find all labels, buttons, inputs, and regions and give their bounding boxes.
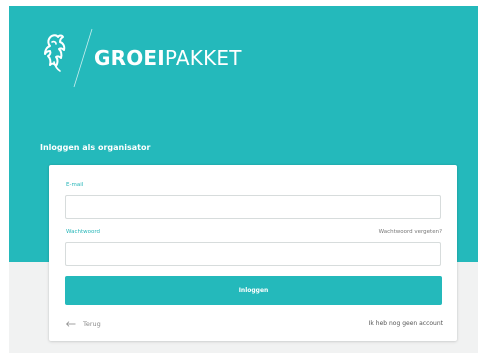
back-link[interactable]: Terug <box>66 319 101 329</box>
logo-text-bold: GROEI <box>94 46 165 70</box>
email-label: E-mail <box>66 182 84 188</box>
no-account-link[interactable]: Ik heb nog geen account <box>369 320 443 328</box>
logo-divider <box>73 28 93 88</box>
password-label: Wachtwoord <box>66 229 101 235</box>
login-card: E-mail Wachtwoord Wachtwoord vergeten? I… <box>49 165 457 341</box>
login-button[interactable]: Inloggen <box>65 276 442 305</box>
logo-wordmark: GROEIPAKKET <box>94 46 242 70</box>
email-input[interactable] <box>65 195 441 219</box>
arrow-left-icon <box>66 321 76 327</box>
login-page: GROEIPAKKET Inloggen als organisator E-m… <box>0 0 487 353</box>
login-heading: Inloggen als organisator <box>40 143 151 152</box>
password-input[interactable] <box>65 242 441 266</box>
logo-text-light: PAKKET <box>164 46 242 70</box>
back-label: Terug <box>83 320 101 328</box>
lion-icon <box>44 34 66 72</box>
forgot-password-link[interactable]: Wachtwoord vergeten? <box>379 229 442 236</box>
